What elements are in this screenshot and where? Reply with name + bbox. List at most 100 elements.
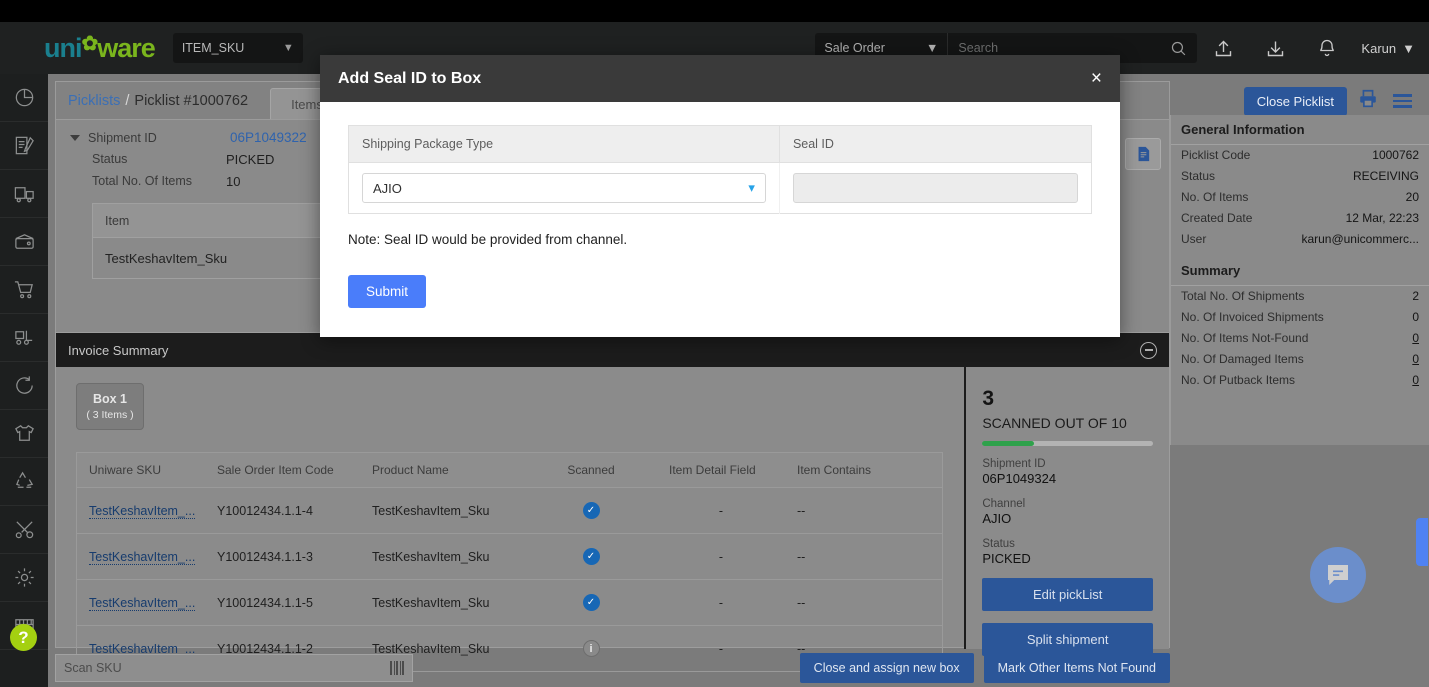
summary-value[interactable]: 0 [1412,352,1419,367]
summary-label: No. Of Damaged Items [1181,352,1304,366]
sidebar-item-warehouse-ops[interactable] [0,314,48,362]
document-icon [1138,146,1149,162]
close-icon[interactable]: × [1091,69,1102,88]
search-input[interactable] [958,41,1171,55]
cell-product-name: TestKeshavItem_Sku [372,503,490,518]
cell-item-detail: - [718,595,724,610]
module-select[interactable]: ITEM_SKU ▼ [172,33,303,63]
collapse-triangle-icon[interactable] [70,134,80,141]
cell-item-contains: -- [797,549,806,564]
summary-label: No. Of Invoiced Shipments [1181,310,1324,324]
upload-button[interactable] [1197,22,1249,74]
edit-picklist-button[interactable]: Edit pickList [982,578,1153,611]
chevron-down-icon: ▾ [748,180,755,195]
sidebar-item-tools[interactable] [0,506,48,554]
sidebar-item-returns[interactable] [0,362,48,410]
breadcrumb-separator: / [125,92,130,109]
notifications-button[interactable] [1301,22,1353,74]
invoice-summary-section: Invoice Summary Box 1 ( 3 Items ) Uniwar… [55,332,1170,672]
sku-link[interactable]: TestKeshavItem_... [89,503,196,519]
shipping-package-type-value: AJIO [373,180,402,196]
search-icon[interactable] [1170,40,1187,57]
info-row-created-date: Created Date 12 Mar, 22:23 [1171,208,1429,229]
table-row: TestKeshavItem_... Y10012434.1.1-5 TestK… [77,580,942,626]
sidebar-item-payments[interactable] [0,218,48,266]
channel-label: Channel [982,498,1026,510]
status-value: PICKED [226,152,275,167]
sku-link[interactable]: TestKeshavItem_... [89,595,196,611]
scan-sku-input[interactable] [64,660,390,675]
invoice-items-table: Uniware SKU Sale Order Item Code Product… [76,452,943,672]
sidebar-item-sales[interactable] [0,266,48,314]
minus-circle-icon[interactable] [1140,341,1157,359]
chat-button[interactable] [1310,547,1366,603]
box-tab-box-1[interactable]: Box 1 ( 3 Items ) [76,383,144,430]
info-value: 1000762 [1372,148,1419,162]
sku-link[interactable]: TestKeshavItem_... [89,549,196,565]
summary-row-damaged-items: No. Of Damaged Items 0 [1171,349,1429,370]
scanned-check-icon: ✓ [582,594,600,611]
download-button[interactable] [1249,22,1301,74]
col-shipping-package-type: Shipping Package Type [348,125,780,163]
general-information-panel: General Information Picklist Code 100076… [1170,115,1429,445]
menu-button[interactable] [1389,90,1416,112]
info-row-status: Status RECEIVING [1171,166,1429,187]
sidebar-item-dashboard[interactable] [0,74,48,122]
status-label: Status [92,152,128,166]
sidebar-item-reverse-logistics[interactable] [0,458,48,506]
shipment-id-link[interactable]: 06P1049322 [230,130,307,145]
chevron-down-icon: ▼ [1402,40,1415,56]
page-title: Picklist #1000762 [134,92,249,109]
sidebar-item-orders[interactable] [0,122,48,170]
app-root: uni ✿ ware ITEM_SKU ▼ Sale Order ▼ Searc… [0,0,1429,687]
barcode-icon [390,660,404,675]
invoice-summary-left: Box 1 ( 3 Items ) Uniware SKU Sale Order… [56,367,964,672]
table-row: TestKeshavItem_... Y10012434.1.1-3 TestK… [77,534,942,580]
scanned-check-icon: ✓ [582,502,600,519]
box-item-count: ( 3 Items ) [86,409,134,421]
print-button[interactable] [1357,88,1379,115]
submit-button[interactable]: Submit [348,275,427,308]
shipping-package-type-select[interactable]: AJIO ▾ [362,173,766,203]
chevron-down-icon: ▼ [282,42,294,54]
printer-icon [1360,89,1376,107]
forklift-icon [14,330,32,345]
summary-value[interactable]: 0 [1412,373,1419,388]
mark-other-items-not-found-button[interactable]: Mark Other Items Not Found [983,652,1170,683]
cell-item-contains: -- [797,595,806,610]
close-picklist-button[interactable]: Close Picklist [1243,86,1347,116]
breadcrumb-picklists-link[interactable]: Picklists [68,93,120,109]
user-menu[interactable]: Karun ▼ [1361,41,1415,56]
table-row: TestKeshavItem_... Y10012434.1.1-4 TestK… [77,488,942,534]
cell-item-contains: -- [797,503,806,518]
status-value: PICKED [982,551,1031,566]
scanned-count: 3 [982,387,995,410]
seal-id-input[interactable] [792,173,1078,203]
user-name: Karun [1361,40,1397,56]
sidebar-item-shipping[interactable] [0,170,48,218]
refresh-return-icon [15,376,33,394]
scanned-check-icon: ✓ [582,548,600,565]
module-select-value: ITEM_SKU [181,41,245,55]
scan-sku-field[interactable] [55,653,413,682]
channel-value: AJIO [982,511,1012,526]
col-sale-order-item-code: Sale Order Item Code [217,463,334,477]
shipment-id-value: 06P1049324 [982,471,1057,486]
add-seal-id-modal: Add Seal ID to Box × Shipping Package Ty… [320,55,1120,337]
summary-value[interactable]: 0 [1412,331,1419,346]
col-uniware-sku: Uniware SKU [89,463,162,477]
sidebar-item-catalog[interactable] [0,410,48,458]
sidebar-item-settings[interactable] [0,554,48,602]
tools-icon [15,521,33,539]
total-items-label: Total No. Of Items [92,174,193,188]
seal-id-cell [779,163,1091,214]
close-and-assign-new-box-button[interactable]: Close and assign new box [799,652,974,683]
document-button[interactable] [1125,138,1161,170]
modal-title: Add Seal ID to Box [338,69,482,87]
chevron-down-icon: ▼ [926,41,939,55]
package-type-cell: AJIO ▾ [348,162,780,214]
col-seal-id: Seal ID [779,125,1092,163]
side-tab-handle[interactable] [1416,518,1428,566]
uniware-logo[interactable]: uni ✿ ware [44,34,156,62]
help-button[interactable]: ? [10,624,37,651]
